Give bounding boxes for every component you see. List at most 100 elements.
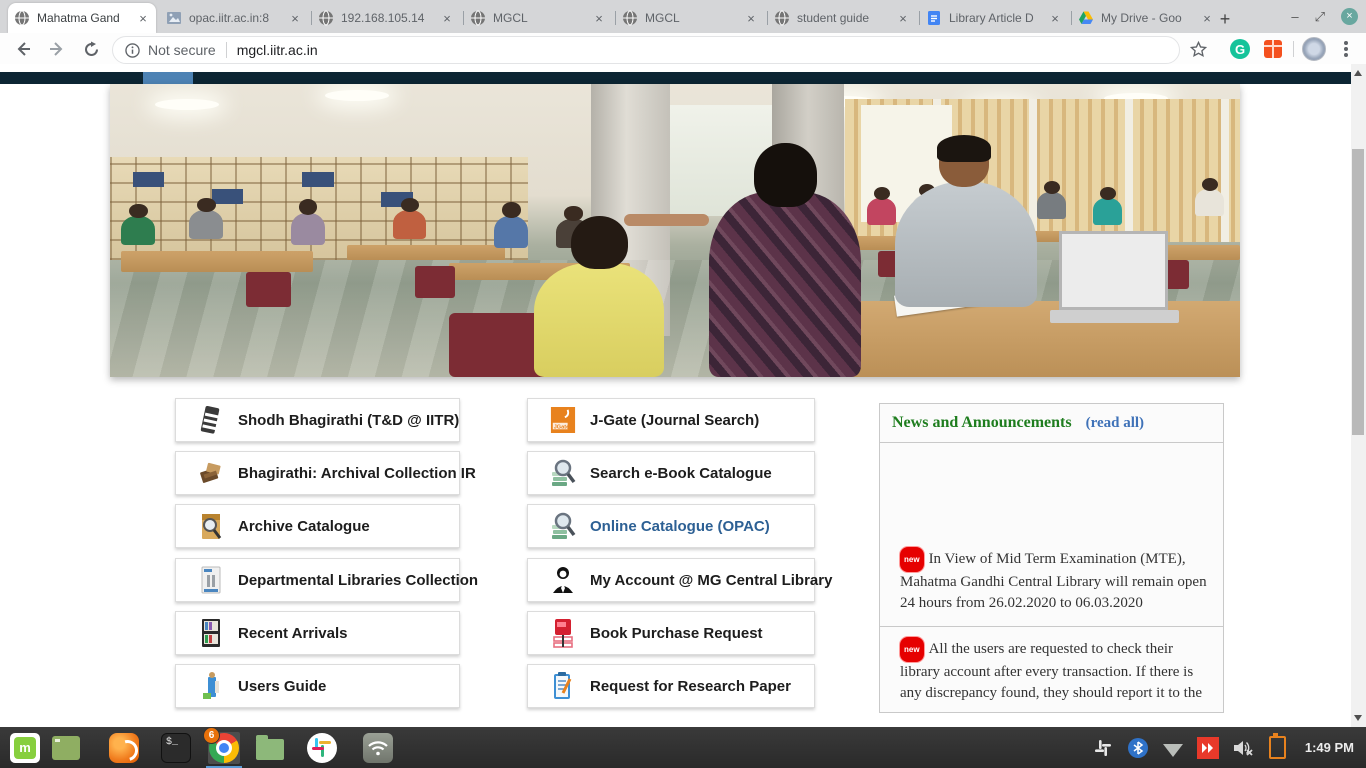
link-archive-catalogue[interactable]: Archive Catalogue <box>175 504 460 548</box>
battery-icon[interactable] <box>1267 737 1289 759</box>
link-recent-arrivals[interactable]: Recent Arrivals <box>175 611 460 655</box>
tab-library-article[interactable]: Library Article D × <box>920 3 1068 33</box>
browser-tab-strip: Mahatma Gand × opac.iitr.ac.in:8 × 192.1… <box>0 0 1366 33</box>
tab-close-icon[interactable]: × <box>288 11 302 26</box>
globe-icon <box>14 10 30 26</box>
desktop-screen: Mahatma Gand × opac.iitr.ac.in:8 × 192.1… <box>0 0 1366 768</box>
library-building-icon <box>198 565 224 595</box>
tab-close-icon[interactable]: × <box>1048 11 1062 26</box>
tab-ip-address[interactable]: 192.168.105.14 × <box>312 3 460 33</box>
link-shodh-bhagirathi[interactable]: Shodh Bhagirathi (T&D @ IITR) <box>175 398 460 442</box>
bluetooth-icon[interactable] <box>1127 737 1149 759</box>
grid-extension-icon[interactable] <box>1261 37 1285 61</box>
tab-close-icon[interactable]: × <box>896 11 910 26</box>
page-viewport: Shodh Bhagirathi (T&D @ IITR) Bhagirathi… <box>0 64 1366 727</box>
close-window-button[interactable]: × <box>1341 8 1358 25</box>
jgate-logo-icon: JGate <box>550 405 576 435</box>
globe-icon <box>774 10 790 26</box>
new-tab-button[interactable]: + <box>1212 6 1238 32</box>
link-users-guide[interactable]: Users Guide <box>175 664 460 708</box>
photo-person <box>393 210 427 239</box>
tab-close-icon[interactable]: × <box>136 11 150 26</box>
terminal-launcher[interactable]: $_ <box>160 732 192 764</box>
chrome-launcher-active[interactable]: 6 <box>208 732 240 764</box>
photo-chair <box>246 272 291 307</box>
tab-student-guide[interactable]: student guide × <box>768 3 916 33</box>
folder-icon <box>256 739 284 760</box>
forward-button[interactable] <box>44 36 70 62</box>
photo-laptop <box>1059 231 1167 310</box>
tab-close-icon[interactable]: × <box>440 11 454 26</box>
photo-books <box>302 172 334 187</box>
tab-close-icon[interactable]: × <box>744 11 758 26</box>
scrollbar-thumb[interactable] <box>1352 149 1364 435</box>
tab-mahatma-gandhi[interactable]: Mahatma Gand × <box>8 3 156 33</box>
photo-person <box>121 216 155 245</box>
slack-tray-icon[interactable] <box>1092 737 1114 759</box>
link-jgate[interactable]: JGate J-Gate (Journal Search) <box>527 398 815 442</box>
toolbar-divider <box>1293 41 1294 57</box>
mint-menu-button[interactable]: m <box>9 732 41 764</box>
maximize-button[interactable]: ⤢ <box>1315 10 1325 23</box>
browser-menu-icon[interactable] <box>1334 37 1358 61</box>
sync-app-icon[interactable] <box>1197 737 1219 759</box>
browser-toolbar: Not secure mgcl.iitr.ac.in G <box>0 33 1366 65</box>
network-signal-icon[interactable] <box>1162 737 1184 759</box>
globe-icon <box>622 10 638 26</box>
grammarly-extension-icon[interactable]: G <box>1228 37 1252 61</box>
tab-my-drive[interactable]: My Drive - Goo × <box>1072 3 1220 33</box>
globe-icon <box>470 10 486 26</box>
photo-arm <box>624 214 709 226</box>
volume-muted-icon[interactable] <box>1232 737 1254 759</box>
tab-mgcl-1[interactable]: MGCL × <box>464 3 612 33</box>
back-button[interactable] <box>10 36 36 62</box>
link-book-purchase[interactable]: Book Purchase Request <box>527 611 815 655</box>
link-my-account[interactable]: My Account @ MG Central Library <box>527 558 815 602</box>
security-label[interactable]: Not secure <box>148 42 216 58</box>
tab-opac[interactable]: opac.iitr.ac.in:8 × <box>160 3 308 33</box>
site-nav-active-item[interactable] <box>143 72 193 84</box>
tab-close-icon[interactable]: × <box>592 11 606 26</box>
photo-person <box>1037 192 1066 218</box>
link-request-research-paper[interactable]: Request for Research Paper <box>527 664 815 708</box>
address-bar[interactable]: Not secure mgcl.iitr.ac.in <box>112 36 1180 64</box>
photo-student-plaid-shirt <box>709 192 862 377</box>
photo-table <box>347 245 505 260</box>
new-badge: new <box>900 637 924 662</box>
link-search-ebook[interactable]: Search e-Book Catalogue <box>527 451 815 495</box>
ceiling-light <box>325 90 389 101</box>
link-online-catalogue-opac[interactable]: Online Catalogue (OPAC) <box>527 504 815 548</box>
photo-person <box>1093 198 1122 224</box>
files-launcher[interactable] <box>254 732 286 764</box>
bookmark-star-icon[interactable] <box>1186 37 1210 61</box>
photo-laptop-base <box>1050 310 1179 323</box>
scroll-down-arrow[interactable] <box>1354 715 1362 721</box>
link-bhagirathi-archival[interactable]: Bhagirathi: Archival Collection IR <box>175 451 460 495</box>
read-all-link[interactable]: (read all) <box>1086 415 1144 432</box>
show-desktop-button[interactable] <box>50 732 82 764</box>
wifi-app-icon <box>363 733 393 763</box>
ceiling-light <box>155 99 219 110</box>
firefox-launcher[interactable] <box>108 732 140 764</box>
photo-student-hair <box>937 135 991 161</box>
page-scrollbar[interactable] <box>1351 64 1366 727</box>
news-panel: News and Announcements (read all) newIn … <box>879 403 1224 713</box>
slack-icon <box>307 733 337 763</box>
taskbar-clock[interactable]: 1:49 PM <box>1305 740 1354 755</box>
thesis-stack-icon <box>198 405 224 435</box>
scroll-up-arrow[interactable] <box>1354 70 1362 76</box>
tab-mgcl-2[interactable]: MGCL × <box>616 3 764 33</box>
slack-launcher[interactable] <box>306 732 338 764</box>
photo-chair <box>415 266 455 298</box>
refresh-button[interactable] <box>78 36 104 62</box>
url-text[interactable]: mgcl.iitr.ac.in <box>237 42 318 58</box>
photo-student-head <box>754 143 817 207</box>
photo-person <box>189 210 223 239</box>
kiosk-icon <box>198 671 224 701</box>
network-tool-launcher[interactable] <box>362 732 394 764</box>
minimize-button[interactable]: – <box>1291 10 1298 23</box>
photo-person <box>494 216 528 248</box>
profile-avatar[interactable] <box>1302 37 1326 61</box>
desktop-icon <box>52 736 80 760</box>
link-departmental-libraries[interactable]: Departmental Libraries Collection <box>175 558 460 602</box>
